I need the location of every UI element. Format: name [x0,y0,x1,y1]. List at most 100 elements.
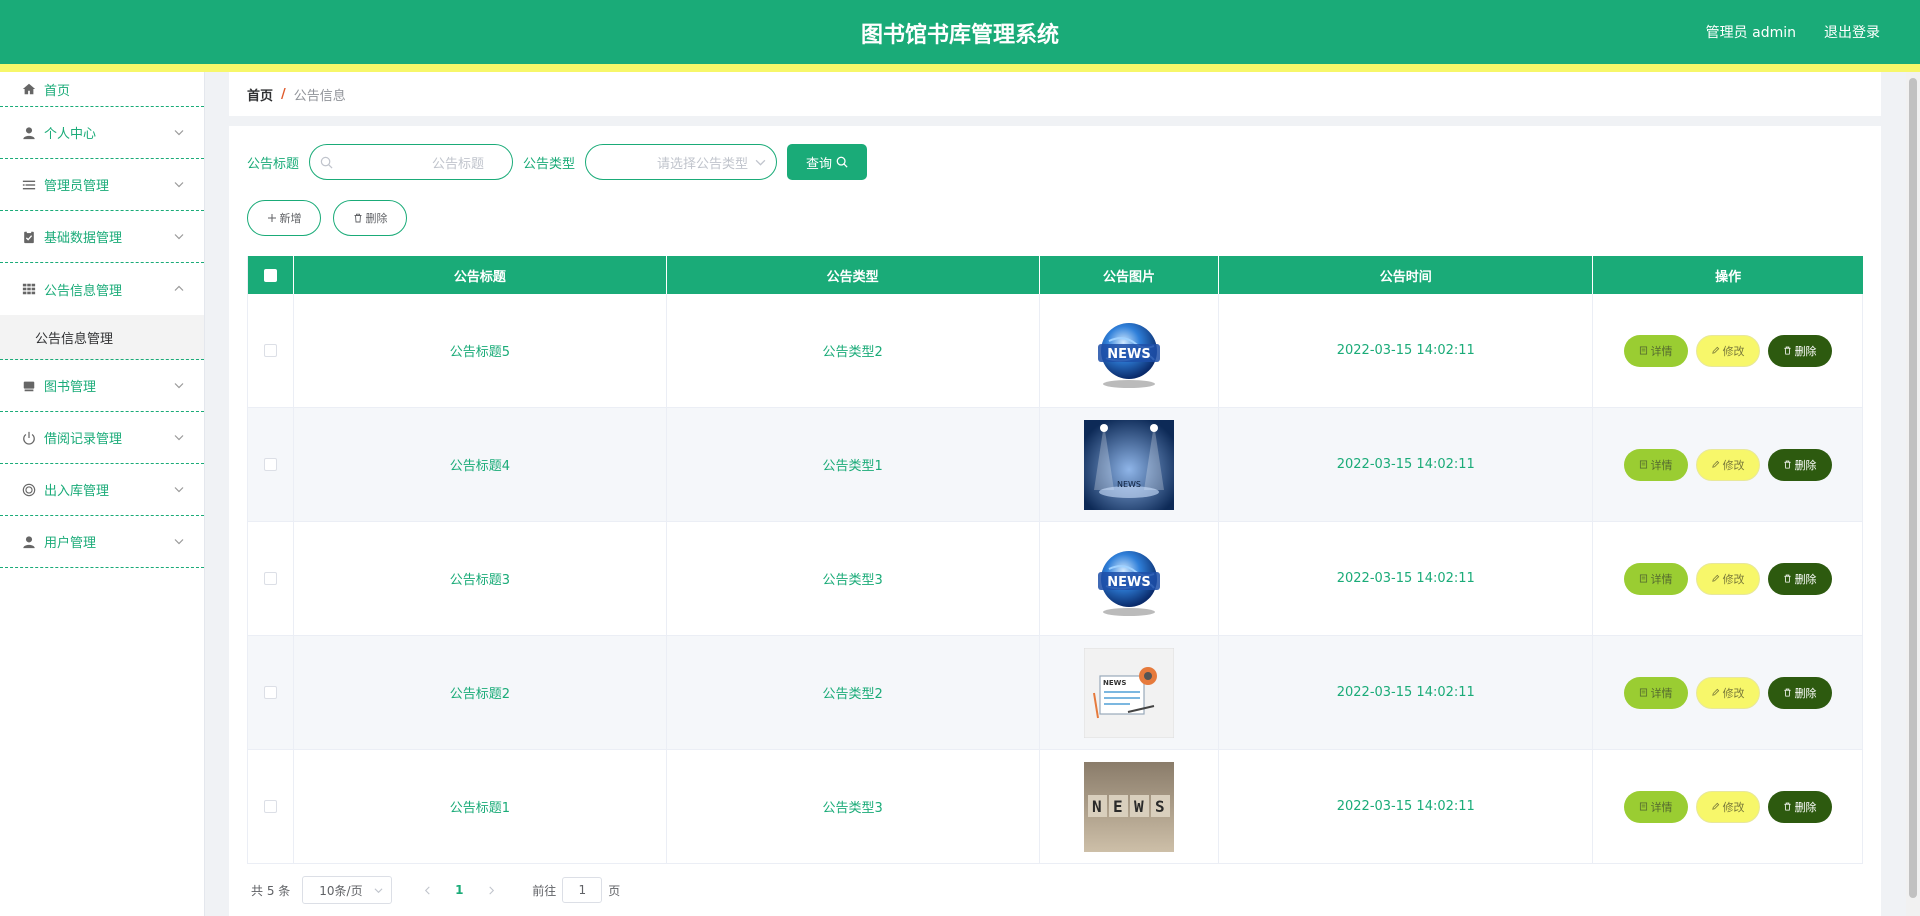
edit-label: 修改 [1722,572,1745,586]
cell-time: 2022-03-15 14:02:11 [1219,636,1594,749]
table-row: 公告标题2 公告类型2 NEWS 2022-03-15 14:02:11 详情 … [248,636,1863,750]
news-stage-image[interactable]: NEWS [1083,419,1174,510]
row-checkbox[interactable] [263,800,277,813]
type-select-placeholder: 请选择公告类型 [657,156,749,172]
row-checkbox[interactable] [263,572,277,585]
trash-icon [1783,460,1791,469]
cell-title: 公告标题1 [294,750,667,863]
sidebar-item-book-management[interactable]: 图书管理 [0,360,204,412]
sidebar-item-user-management[interactable]: 用户管理 [0,516,204,568]
detail-button[interactable]: 详情 [1623,448,1688,481]
delete-button[interactable]: 删除 [1767,676,1832,709]
breadcrumb-home[interactable]: 首页 [247,85,273,104]
select-all-checkbox[interactable] [263,268,277,282]
detail-label: 详情 [1650,458,1673,472]
detail-label: 详情 [1650,344,1673,358]
book-icon [22,379,36,393]
cell-time: 2022-03-15 14:02:11 [1219,522,1594,635]
column-header-time[interactable]: 公告时间 [1219,256,1594,294]
page-scrollbar[interactable] [1906,72,1920,916]
detail-button[interactable]: 详情 [1623,790,1688,823]
table-row: 公告标题3 公告类型3 NEWS 2022-03-15 14:02:11 详情 … [248,522,1863,636]
header-user-area: 管理员 admin 退出登录 [1706,22,1880,42]
scrollbar-thumb[interactable] [1909,78,1917,898]
news-paper-image[interactable]: NEWS [1083,647,1174,738]
prev-page-button[interactable] [414,876,440,904]
news-globe-image[interactable]: NEWS [1084,306,1174,396]
edit-button[interactable]: 修改 [1695,448,1760,481]
cell-time: 2022-03-15 14:02:11 [1219,750,1594,863]
cell-actions: 详情 修改 删除 [1593,750,1863,863]
page-number[interactable]: 1 [444,876,474,904]
query-button[interactable]: 查询 [787,144,868,180]
delete-label: 删除 [1794,686,1817,700]
page-size-select[interactable]: 10条/页 [302,876,393,904]
chevron-down-icon [374,888,383,894]
sidebar-item-inventory[interactable]: 出入库管理 [0,464,204,516]
batch-delete-button[interactable]: 删除 [333,200,407,236]
edit-label: 修改 [1722,800,1745,814]
detail-button[interactable]: 详情 [1623,562,1688,595]
goto-page-input[interactable]: 1 [562,877,603,903]
cell-actions: 详情 修改 删除 [1593,636,1863,749]
edit-icon [1711,688,1719,696]
svg-text:S: S [1155,797,1165,816]
sidebar-item-admin-management[interactable]: 管理员管理 [0,159,204,211]
cell-type: 公告类型3 [667,522,1040,635]
delete-button[interactable]: 删除 [1767,334,1832,367]
detail-button[interactable]: 详情 [1623,676,1688,709]
add-button[interactable]: 新增 [247,200,321,236]
breadcrumb-separator: / [281,86,286,102]
delete-button[interactable]: 删除 [1767,790,1832,823]
sidebar-item-notice-management[interactable]: 公告信息管理 [0,263,204,315]
row-checkbox[interactable] [263,458,277,471]
power-icon [22,431,36,445]
edit-button[interactable]: 修改 [1695,334,1760,367]
news-blocks-image[interactable]: NEWS [1083,761,1174,852]
delete-button[interactable]: 删除 [1767,448,1832,481]
type-select[interactable]: 请选择公告类型 [585,144,778,180]
cell-title: 公告标题4 [294,408,667,521]
content-card: 公告标题 公告标题 公告类型 请选择公告类型 查询 新增 删除 公告标题 公告类… [229,126,1881,916]
logout-button[interactable]: 退出登录 [1824,22,1880,42]
sidebar-item-base-data[interactable]: 基础数据管理 [0,211,204,263]
sidebar-item-home[interactable]: 首页 [0,72,204,107]
row-checkbox-cell [248,294,294,407]
edit-button[interactable]: 修改 [1695,790,1760,823]
edit-button[interactable]: 修改 [1695,676,1760,709]
submenu-notice-management[interactable]: 公告信息管理 [0,315,204,360]
row-checkbox[interactable] [263,344,277,357]
chevron-down-icon [174,382,184,388]
cell-image: NEWS [1040,750,1220,863]
search-icon [836,156,848,168]
row-checkbox[interactable] [263,686,277,699]
chevron-down-icon [174,486,184,492]
svg-text:NEWS: NEWS [1107,575,1150,590]
next-page-button[interactable] [478,876,504,904]
search-bar: 公告标题 公告标题 公告类型 请选择公告类型 查询 [247,144,868,180]
document-icon [1639,802,1647,811]
edit-button[interactable]: 修改 [1695,562,1760,595]
column-header-image[interactable]: 公告图片 [1040,256,1220,294]
edit-label: 修改 [1722,686,1745,700]
current-user[interactable]: 管理员 admin [1706,22,1796,42]
column-header-type[interactable]: 公告类型 [667,256,1040,294]
cell-time: 2022-03-15 14:02:11 [1219,294,1594,407]
edit-icon [1711,574,1719,582]
add-button-label: 新增 [279,212,302,225]
news-globe-image[interactable]: NEWS [1084,534,1174,624]
delete-label: 删除 [1794,572,1817,586]
delete-button[interactable]: 删除 [1767,562,1832,595]
detail-button[interactable]: 详情 [1623,334,1688,367]
column-header-actions: 操作 [1715,269,1742,285]
table-header: 公告标题 公告类型 公告图片 公告时间 操作 [248,256,1863,294]
sidebar-item-borrow-records[interactable]: 借阅记录管理 [0,412,204,464]
column-header-title[interactable]: 公告标题 [294,256,667,294]
trash-icon [1783,346,1791,355]
sidebar-item-personal-center[interactable]: 个人中心 [0,107,204,159]
page-size-value: 10条/页 [319,883,363,898]
title-search-input[interactable]: 公告标题 [309,144,514,180]
user-icon [22,126,36,140]
plus-icon [267,214,276,222]
cell-type: 公告类型2 [667,636,1040,749]
